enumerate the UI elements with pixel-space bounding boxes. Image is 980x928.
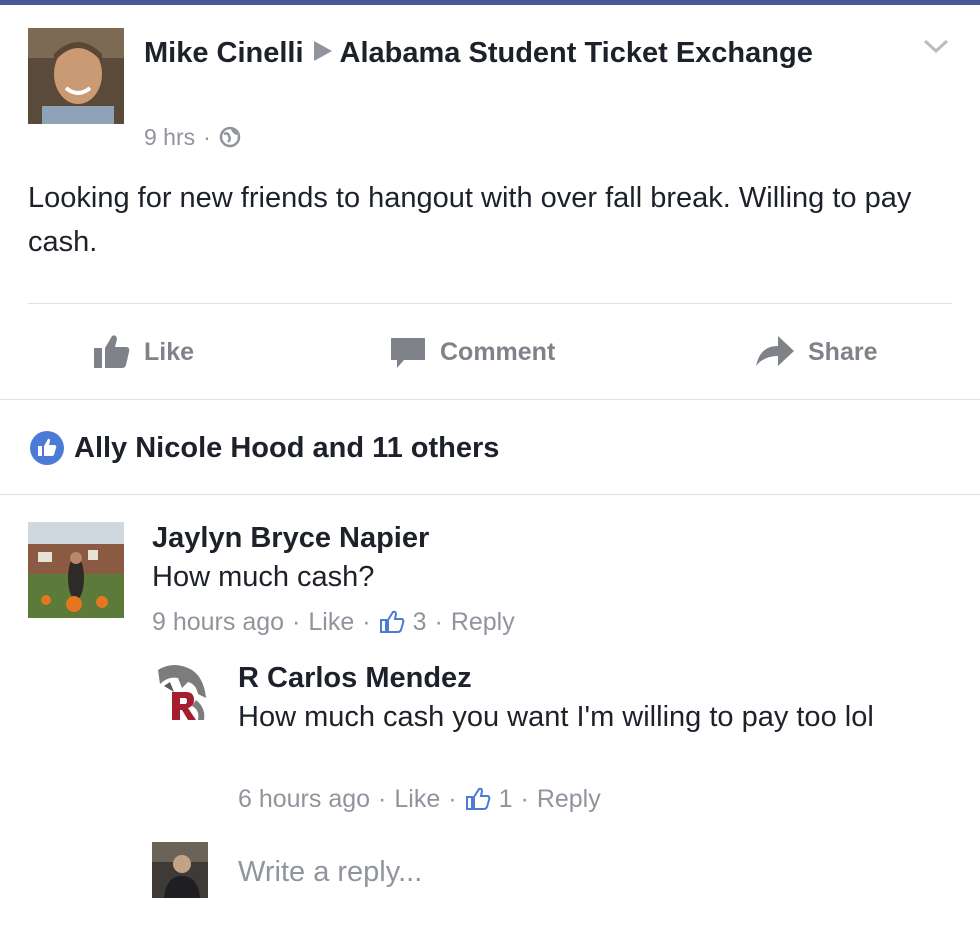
post-time[interactable]: 9 hrs <box>144 122 195 152</box>
post-text: Looking for new friends to hangout with … <box>28 182 912 258</box>
comment-meta: 9 hours ago · Like · 3 · Reply <box>152 606 515 638</box>
current-user-avatar <box>152 842 208 898</box>
like-badge-icon <box>30 431 64 465</box>
reply-reply-link[interactable]: Reply <box>537 783 601 815</box>
group-name[interactable]: Alabama Student Ticket Exchange <box>340 37 813 69</box>
comment-label: Comment <box>440 337 556 366</box>
divider <box>0 494 980 495</box>
chevron-down-icon[interactable] <box>922 36 950 56</box>
commenter-name[interactable]: Jaylyn Bryce Napier <box>152 520 429 556</box>
post-meta: 9 hrs · <box>144 122 241 152</box>
comment-button[interactable]: Comment <box>388 326 555 378</box>
meta-separator: · <box>448 785 457 813</box>
meta-separator: · <box>362 608 371 636</box>
comment-time[interactable]: 9 hours ago <box>152 606 284 638</box>
post-header: Mike Cinelli Alabama Student Ticket Excha… <box>144 32 884 74</box>
reply-text: How much cash you want I'm willing to pa… <box>238 701 874 733</box>
share-button[interactable]: Share <box>754 326 877 378</box>
like-icon <box>94 335 130 368</box>
author-avatar[interactable] <box>28 28 124 124</box>
reply-input[interactable] <box>238 850 938 894</box>
likes-summary[interactable]: Ally Nicole Hood and 11 others <box>30 426 499 470</box>
comment-reply-link[interactable]: Reply <box>451 606 515 638</box>
thumb-mini-icon <box>379 610 404 633</box>
top-bar <box>0 0 980 5</box>
like-button[interactable]: Like <box>92 326 194 378</box>
divider <box>0 399 980 400</box>
comment-like-count: 3 <box>412 608 427 636</box>
share-icon <box>756 336 794 366</box>
replier-avatar[interactable] <box>152 662 212 722</box>
share-label: Share <box>808 337 878 366</box>
meta-separator: · <box>434 608 443 636</box>
meta-separator: · <box>203 124 211 150</box>
likes-summary-text: Ally Nicole Hood and 11 others <box>74 431 500 464</box>
author-name[interactable]: Mike Cinelli <box>144 37 304 69</box>
arrow-right-icon <box>313 41 332 61</box>
reply-time[interactable]: 6 hours ago <box>238 783 370 815</box>
comment-like-link[interactable]: Like <box>308 606 354 638</box>
comment-text: How much cash? <box>152 561 375 593</box>
globe-icon <box>219 126 241 148</box>
reply-like-link[interactable]: Like <box>394 783 440 815</box>
replier-name[interactable]: R Carlos Mendez <box>238 660 472 696</box>
reply-meta: 6 hours ago · Like · 1 · Reply <box>238 783 601 815</box>
comment-icon <box>391 338 425 368</box>
meta-separator: · <box>520 785 529 813</box>
like-label: Like <box>144 337 195 366</box>
meta-separator: · <box>292 608 301 636</box>
meta-separator: · <box>378 785 387 813</box>
divider <box>28 303 952 304</box>
commenter-avatar[interactable] <box>28 522 124 618</box>
thumb-mini-icon <box>465 787 490 810</box>
reply-like-count: 1 <box>498 785 513 813</box>
